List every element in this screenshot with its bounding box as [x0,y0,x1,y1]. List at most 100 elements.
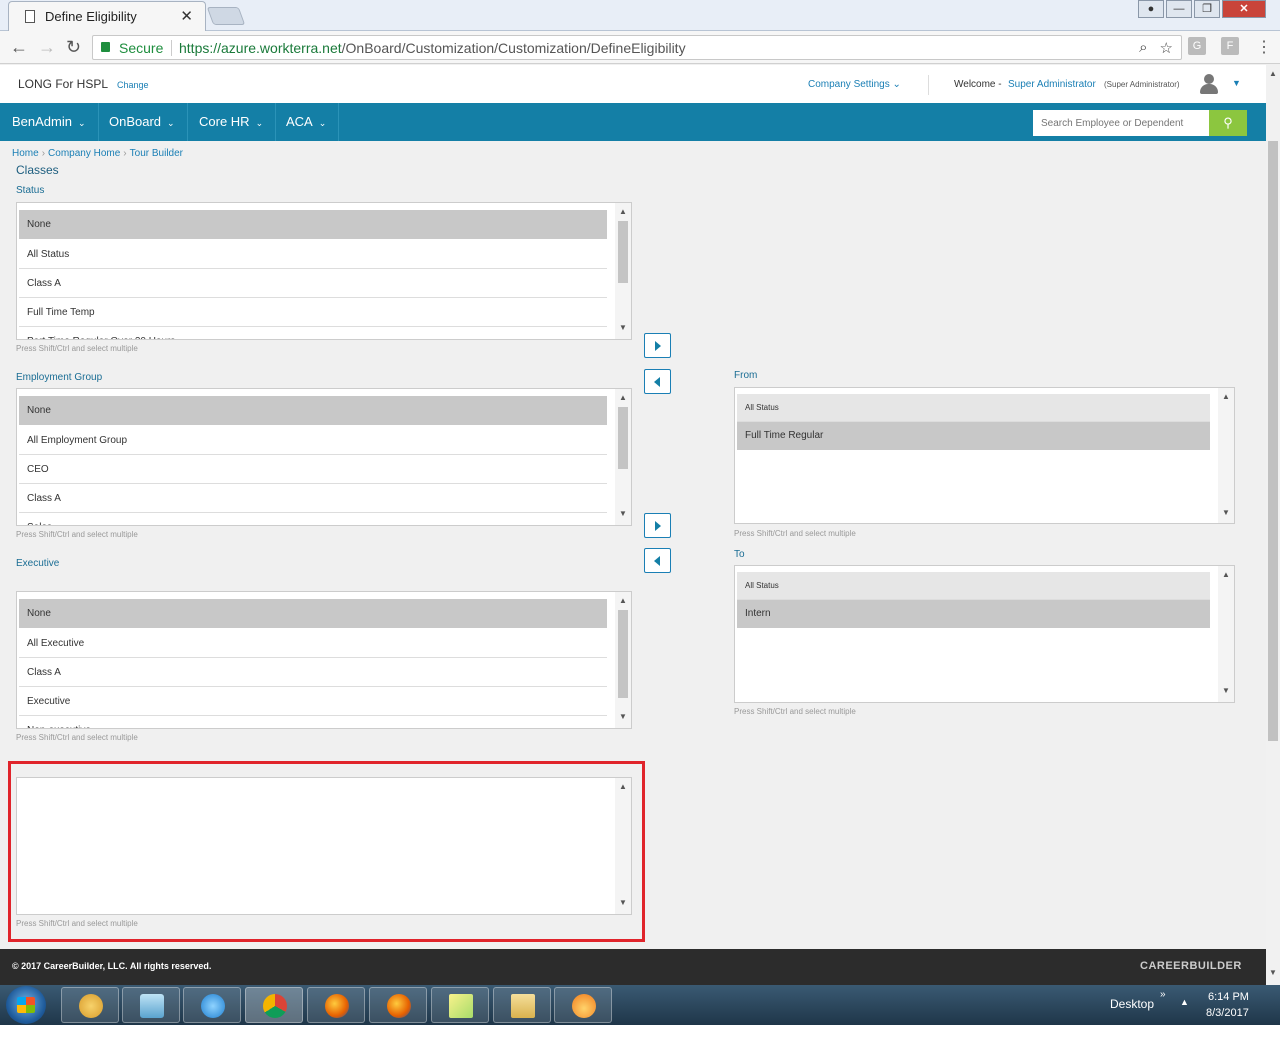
firefox-icon [325,994,349,1018]
taskbar-sticky-notes[interactable] [431,987,489,1023]
move-left-button[interactable] [644,369,671,394]
taskbar-explorer[interactable] [493,987,551,1023]
bookmark-star-icon[interactable]: ☆ [1160,39,1173,57]
list-item[interactable]: Intern [737,600,1210,628]
page-scrollbar[interactable]: ▲ ▼ [1266,65,1280,985]
change-company-link[interactable]: Change [117,80,149,90]
welcome-text: Welcome - [954,79,1002,90]
breadcrumb: Home › Company Home › Tour Builder [12,148,183,159]
scroll-up-arrow-icon[interactable]: ▲ [619,393,627,402]
list-item[interactable]: CEO [19,455,607,484]
scroll-up-arrow-icon[interactable]: ▲ [1269,69,1277,78]
taskbar-notes[interactable] [122,987,180,1023]
reload-icon[interactable]: ↻ [66,37,81,58]
scroll-down-arrow-icon[interactable]: ▼ [1222,508,1230,517]
forward-arrow-icon[interactable]: → [38,37,56,58]
scroll-up-arrow-icon[interactable]: ▲ [1222,570,1230,579]
paint-icon [79,994,103,1018]
url-input[interactable]: Secure https://azure.workterra.net/OnBoa… [92,35,1182,60]
list-item[interactable]: None [19,210,607,239]
listbox-scrollbar[interactable]: ▲ ▼ [1218,388,1234,523]
taskbar-firefox[interactable] [307,987,365,1023]
extension-f-icon[interactable]: F [1221,37,1239,55]
folder-icon [511,994,535,1018]
move-right-button[interactable] [644,513,671,538]
listbox-scrollbar[interactable]: ▲ ▼ [615,592,631,728]
scroll-up-arrow-icon[interactable]: ▲ [619,207,627,216]
page-title: Classes [16,163,59,177]
new-tab-button[interactable] [206,7,246,25]
back-arrow-icon[interactable]: ← [10,37,28,58]
clock-time[interactable]: 6:14 PM [1208,991,1249,1003]
scrollbar-thumb[interactable] [618,610,628,698]
list-item[interactable]: Part Time Regular Over 20 Hours [19,327,607,339]
scrollbar-thumb[interactable] [1268,141,1278,741]
list-item[interactable]: All Status [19,240,607,269]
listbox-scrollbar[interactable]: ▲ ▼ [615,203,631,339]
list-item[interactable]: Class A [19,269,607,298]
list-item[interactable]: Executive [19,687,607,716]
user-name-link[interactable]: Super Administrator [1008,79,1096,90]
breadcrumb-company-home[interactable]: Company Home [48,148,120,159]
list-item[interactable]: Non-executive [19,716,607,728]
move-right-button[interactable] [644,333,671,358]
toolbar-expand-icon[interactable]: » [1160,989,1166,1000]
list-item[interactable]: None [19,599,607,628]
move-left-button[interactable] [644,548,671,573]
avatar[interactable] [1198,73,1220,95]
close-tab-icon[interactable]: ✕ [180,7,193,25]
desktop-toolbar-label[interactable]: Desktop [1110,997,1154,1011]
list-item[interactable]: Class A [19,484,607,513]
minimize-button[interactable]: — [1166,0,1192,18]
nav-benadmin[interactable]: BenAdmin ⌄ [0,103,99,141]
scroll-up-arrow-icon[interactable]: ▲ [1222,392,1230,401]
list-item[interactable]: Class A [19,658,607,687]
list-item[interactable]: None [19,396,607,425]
scroll-down-arrow-icon[interactable]: ▼ [619,509,627,518]
browser-tab[interactable]: Define Eligibility ✕ [8,1,206,31]
search-input[interactable] [1033,110,1209,136]
employment-group-listbox[interactable]: None All Employment Group CEO Class A Sa… [16,388,632,526]
listbox-scrollbar[interactable]: ▲ ▼ [1218,566,1234,702]
from-listbox[interactable]: All Status Full Time Regular ▲ ▼ [734,387,1235,524]
tray-expand-icon[interactable]: ▲ [1180,997,1189,1007]
zoom-icon[interactable]: ⌕ [1139,39,1147,57]
browser-menu-icon[interactable]: ⋮ [1256,37,1272,57]
start-button[interactable] [6,986,46,1024]
list-item[interactable]: Full Time Temp [19,298,607,327]
scroll-down-arrow-icon[interactable]: ▼ [619,323,627,332]
taskbar-app[interactable] [554,987,612,1023]
breadcrumb-home[interactable]: Home [12,148,39,159]
scroll-down-arrow-icon[interactable]: ▼ [1269,968,1277,977]
list-item[interactable]: Full Time Regular [737,422,1210,450]
to-listbox[interactable]: All Status Intern ▲ ▼ [734,565,1235,703]
taskbar-firefox-2[interactable] [369,987,427,1023]
nav-corehr[interactable]: Core HR ⌄ [187,103,277,141]
scrollbar-thumb[interactable] [618,221,628,283]
nav-onboard[interactable]: OnBoard ⌄ [97,103,188,141]
nav-aca[interactable]: ACA ⌄ [274,103,340,141]
scroll-down-arrow-icon[interactable]: ▼ [1222,686,1230,695]
breadcrumb-tour-builder[interactable]: Tour Builder [130,148,183,159]
taskbar-chrome[interactable] [245,987,303,1023]
extension-g-icon[interactable]: G [1188,37,1206,55]
status-listbox[interactable]: None All Status Class A Full Time Temp P… [16,202,632,340]
clock-date[interactable]: 8/3/2017 [1206,1007,1249,1019]
search-button[interactable]: ⚲ [1209,110,1247,136]
taskbar-paint[interactable] [61,987,119,1023]
executive-listbox[interactable]: None All Executive Class A Executive Non… [16,591,632,729]
maximize-button[interactable]: ❐ [1194,0,1220,18]
scroll-up-arrow-icon[interactable]: ▲ [619,596,627,605]
document-icon [25,10,35,23]
list-item[interactable]: All Executive [19,629,607,658]
listbox-scrollbar[interactable]: ▲ ▼ [615,389,631,525]
user-menu-caret-icon[interactable]: ▼ [1232,78,1241,88]
scrollbar-thumb[interactable] [618,407,628,469]
company-settings-dropdown[interactable]: Company Settings ⌄ [808,79,901,90]
user-profile-button[interactable]: ● [1138,0,1164,18]
list-item[interactable]: Sales [19,513,607,525]
close-window-button[interactable]: ✕ [1222,0,1266,18]
scroll-down-arrow-icon[interactable]: ▼ [619,712,627,721]
taskbar-ie[interactable] [183,987,241,1023]
list-item[interactable]: All Employment Group [19,426,607,455]
